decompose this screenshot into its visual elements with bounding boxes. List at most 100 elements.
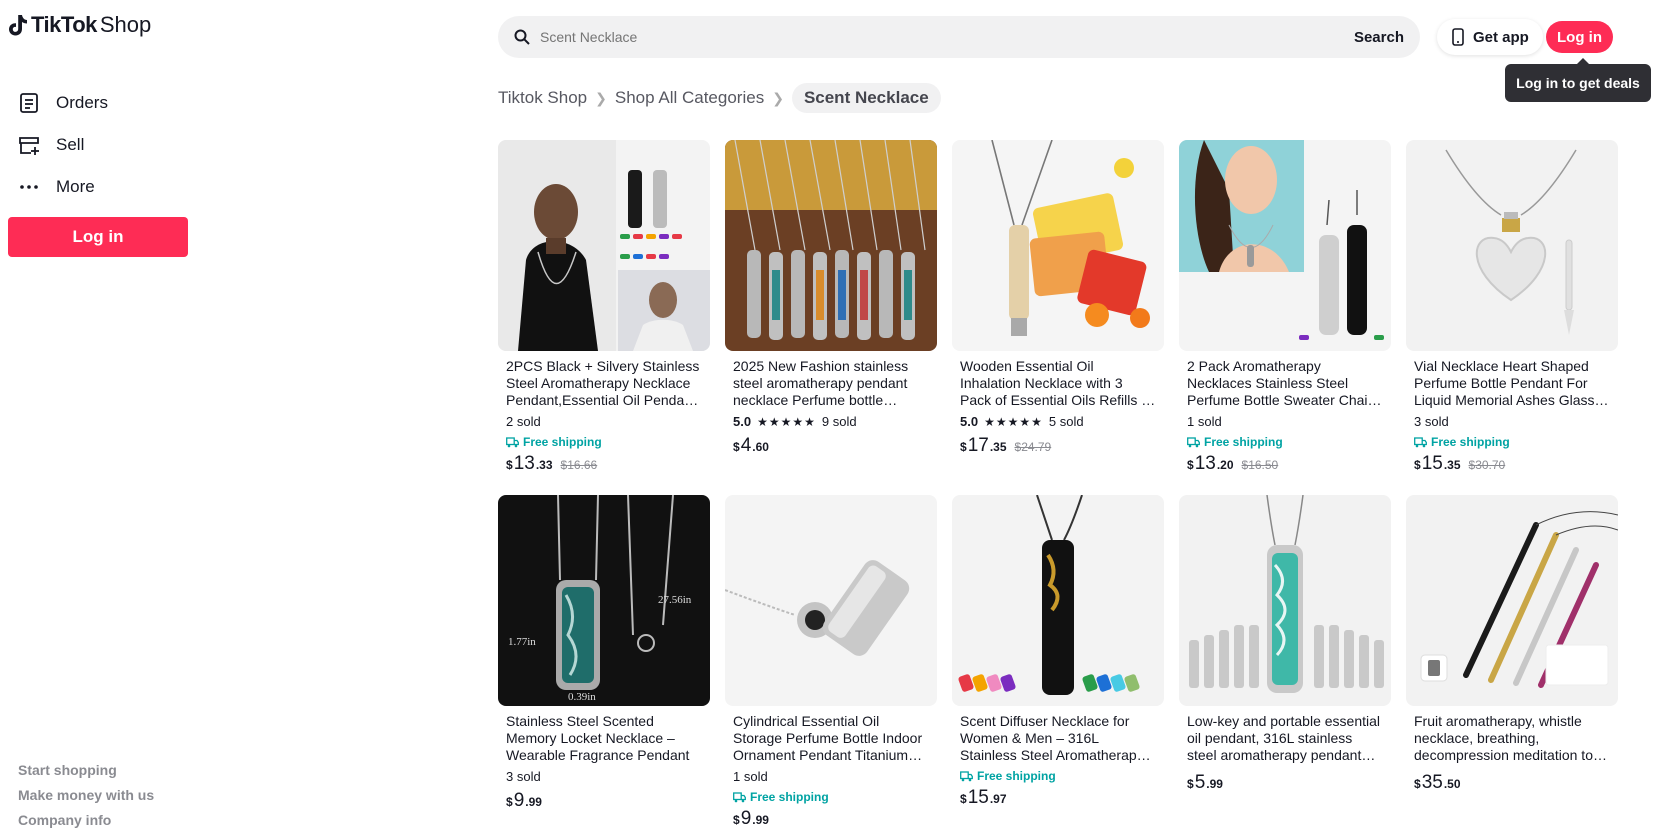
product-card[interactable]: 1.77in 27.56in 0.39in Stainless Steel Sc… (498, 495, 710, 832)
free-shipping-badge: Free shipping (498, 434, 710, 450)
price-decimal: .60 (752, 440, 769, 454)
svg-text:1.77in: 1.77in (508, 636, 536, 648)
chevron-right-icon: ❯ (595, 89, 607, 106)
product-price: $9.99 (506, 790, 542, 811)
tiktok-shop-logo[interactable]: TikTok Shop (8, 12, 151, 38)
price-decimal: .20 (1216, 458, 1234, 472)
product-card[interactable]: 2 Pack Aromatherapy Necklaces Stainless … (1179, 140, 1391, 477)
logo-shop-text: Shop (99, 12, 152, 37)
product-title: Stainless Steel Scented Memory Locket Ne… (506, 713, 690, 763)
product-image (1179, 140, 1391, 351)
product-meta: 1 sold (725, 768, 937, 785)
breadcrumb-item-all-categories[interactable]: Shop All Categories (615, 88, 764, 108)
price-integer: 13 (1194, 453, 1216, 474)
search-icon (514, 29, 530, 45)
product-price: $9.99 (733, 808, 769, 829)
price-decimal: .35 (1443, 458, 1461, 472)
login-tooltip: Log in to get deals (1505, 58, 1651, 102)
free-shipping-badge: Free shipping (1179, 434, 1391, 450)
product-meta: 5.0 ★★★★★ 5 sold (952, 413, 1164, 430)
get-app-button[interactable]: Get app (1437, 19, 1543, 55)
free-shipping-badge: Free shipping (725, 789, 937, 805)
product-meta: 2 sold (498, 413, 710, 430)
truck-icon (960, 770, 973, 781)
sold-count: 3 sold (1414, 414, 1449, 429)
header-login-button[interactable]: Log in (1546, 21, 1613, 53)
price-integer: 15 (967, 787, 989, 808)
sidebar-item-sell[interactable]: Sell (18, 124, 108, 166)
svg-text:27.56in: 27.56in (658, 594, 692, 606)
star-rating-icon: ★★★★★ (984, 414, 1043, 429)
price-decimal: .99 (1206, 777, 1223, 791)
product-card[interactable]: 2025 New Fashion stainless steel aromath… (725, 140, 937, 477)
truck-icon (506, 436, 519, 447)
search-bar[interactable]: Search (498, 16, 1420, 58)
sold-count: 9 sold (821, 414, 857, 429)
get-app-label: Get app (1473, 28, 1529, 46)
product-title: Fruit aromatherapy, whistle necklace, br… (1414, 713, 1593, 763)
product-price: $13.20 $16.50 (1187, 453, 1279, 474)
product-title: 2025 New Fashion stainless steel aromath… (733, 358, 909, 408)
rating-value: 5.0 (960, 414, 979, 429)
price-decimal: .97 (989, 792, 1007, 806)
price-integer: 15 (1421, 453, 1443, 474)
sidebar-login-button[interactable]: Log in (8, 217, 188, 257)
product-title: 2 Pack Aromatherapy Necklaces Stainless … (1187, 358, 1376, 408)
sidebar: TikTok Shop Orders Sell More Log in Star… (0, 0, 200, 828)
product-image (1406, 495, 1618, 706)
price-integer: 17 (967, 435, 989, 456)
original-price: $30.70 (1468, 458, 1506, 472)
sidebar-item-more[interactable]: More (18, 166, 108, 208)
product-title: Cylindrical Essential Oil Storage Perfum… (733, 713, 923, 763)
product-title: Vial Necklace Heart Shaped Perfume Bottl… (1414, 358, 1595, 408)
product-meta: 1 sold (1179, 413, 1391, 430)
product-grid: 2PCS Black + Silvery Stainless Steel Aro… (498, 140, 1618, 832)
sidebar-item-orders[interactable]: Orders (18, 82, 108, 124)
breadcrumb-item-tiktok-shop[interactable]: Tiktok Shop (498, 88, 587, 108)
product-price: $13.33 $16.66 (506, 453, 598, 474)
breadcrumb: Tiktok Shop ❯ Shop All Categories ❯ Scen… (498, 83, 941, 113)
product-image (725, 140, 937, 351)
free-shipping-label: Free shipping (523, 435, 602, 449)
original-price: $24.79 (1014, 440, 1052, 454)
product-card[interactable]: Fruit aromatherapy, whistle necklace, br… (1406, 495, 1618, 832)
product-price: $5.99 (1187, 772, 1223, 793)
product-image (1406, 140, 1618, 351)
product-image (952, 495, 1164, 706)
product-card[interactable]: Scent Diffuser Necklace for Women & Men … (952, 495, 1164, 832)
free-shipping-label: Free shipping (977, 769, 1056, 783)
price-decimal: .35 (989, 440, 1007, 454)
search-button[interactable]: Search (1354, 29, 1404, 46)
product-meta: 5.0 ★★★★★ 9 sold (725, 413, 937, 430)
price-integer: 13 (513, 453, 535, 474)
price-decimal: .33 (535, 458, 553, 472)
price-decimal: .99 (525, 795, 542, 809)
sold-count: 1 sold (1187, 414, 1222, 429)
original-price: $16.66 (560, 458, 598, 472)
phone-icon (1452, 28, 1464, 46)
free-shipping-badge: Free shipping (1406, 434, 1618, 450)
product-price: $17.35 $24.79 (960, 435, 1052, 456)
free-shipping-label: Free shipping (1431, 435, 1510, 449)
product-title: Low-key and portable essential oil penda… (1187, 713, 1381, 763)
sidebar-item-label: Orders (56, 93, 108, 112)
product-image: 1.77in 27.56in 0.39in (498, 495, 710, 706)
product-price: $15.35 $30.70 (1414, 453, 1506, 474)
product-card[interactable]: Low-key and portable essential oil penda… (1179, 495, 1391, 832)
footer-link-make-money[interactable]: Make money with us (18, 787, 154, 812)
sold-count: 2 sold (506, 414, 541, 429)
product-card[interactable]: 2PCS Black + Silvery Stainless Steel Aro… (498, 140, 710, 477)
product-card[interactable]: Vial Necklace Heart Shaped Perfume Bottl… (1406, 140, 1618, 477)
product-card[interactable]: Wooden Essential Oil Inhalation Necklace… (952, 140, 1164, 477)
product-image (1179, 495, 1391, 706)
product-card[interactable]: Cylindrical Essential Oil Storage Perfum… (725, 495, 937, 832)
product-title: Wooden Essential Oil Inhalation Necklace… (960, 358, 1151, 408)
more-icon (20, 185, 38, 189)
product-price: $15.97 (960, 787, 1007, 808)
product-price: $35.50 (1414, 772, 1461, 793)
search-input[interactable] (540, 29, 1354, 45)
footer-link-company-info[interactable]: Company info (18, 812, 154, 837)
price-integer: 4 (740, 435, 752, 456)
truck-icon (1187, 436, 1200, 447)
footer-link-start-shopping[interactable]: Start shopping (18, 762, 154, 787)
